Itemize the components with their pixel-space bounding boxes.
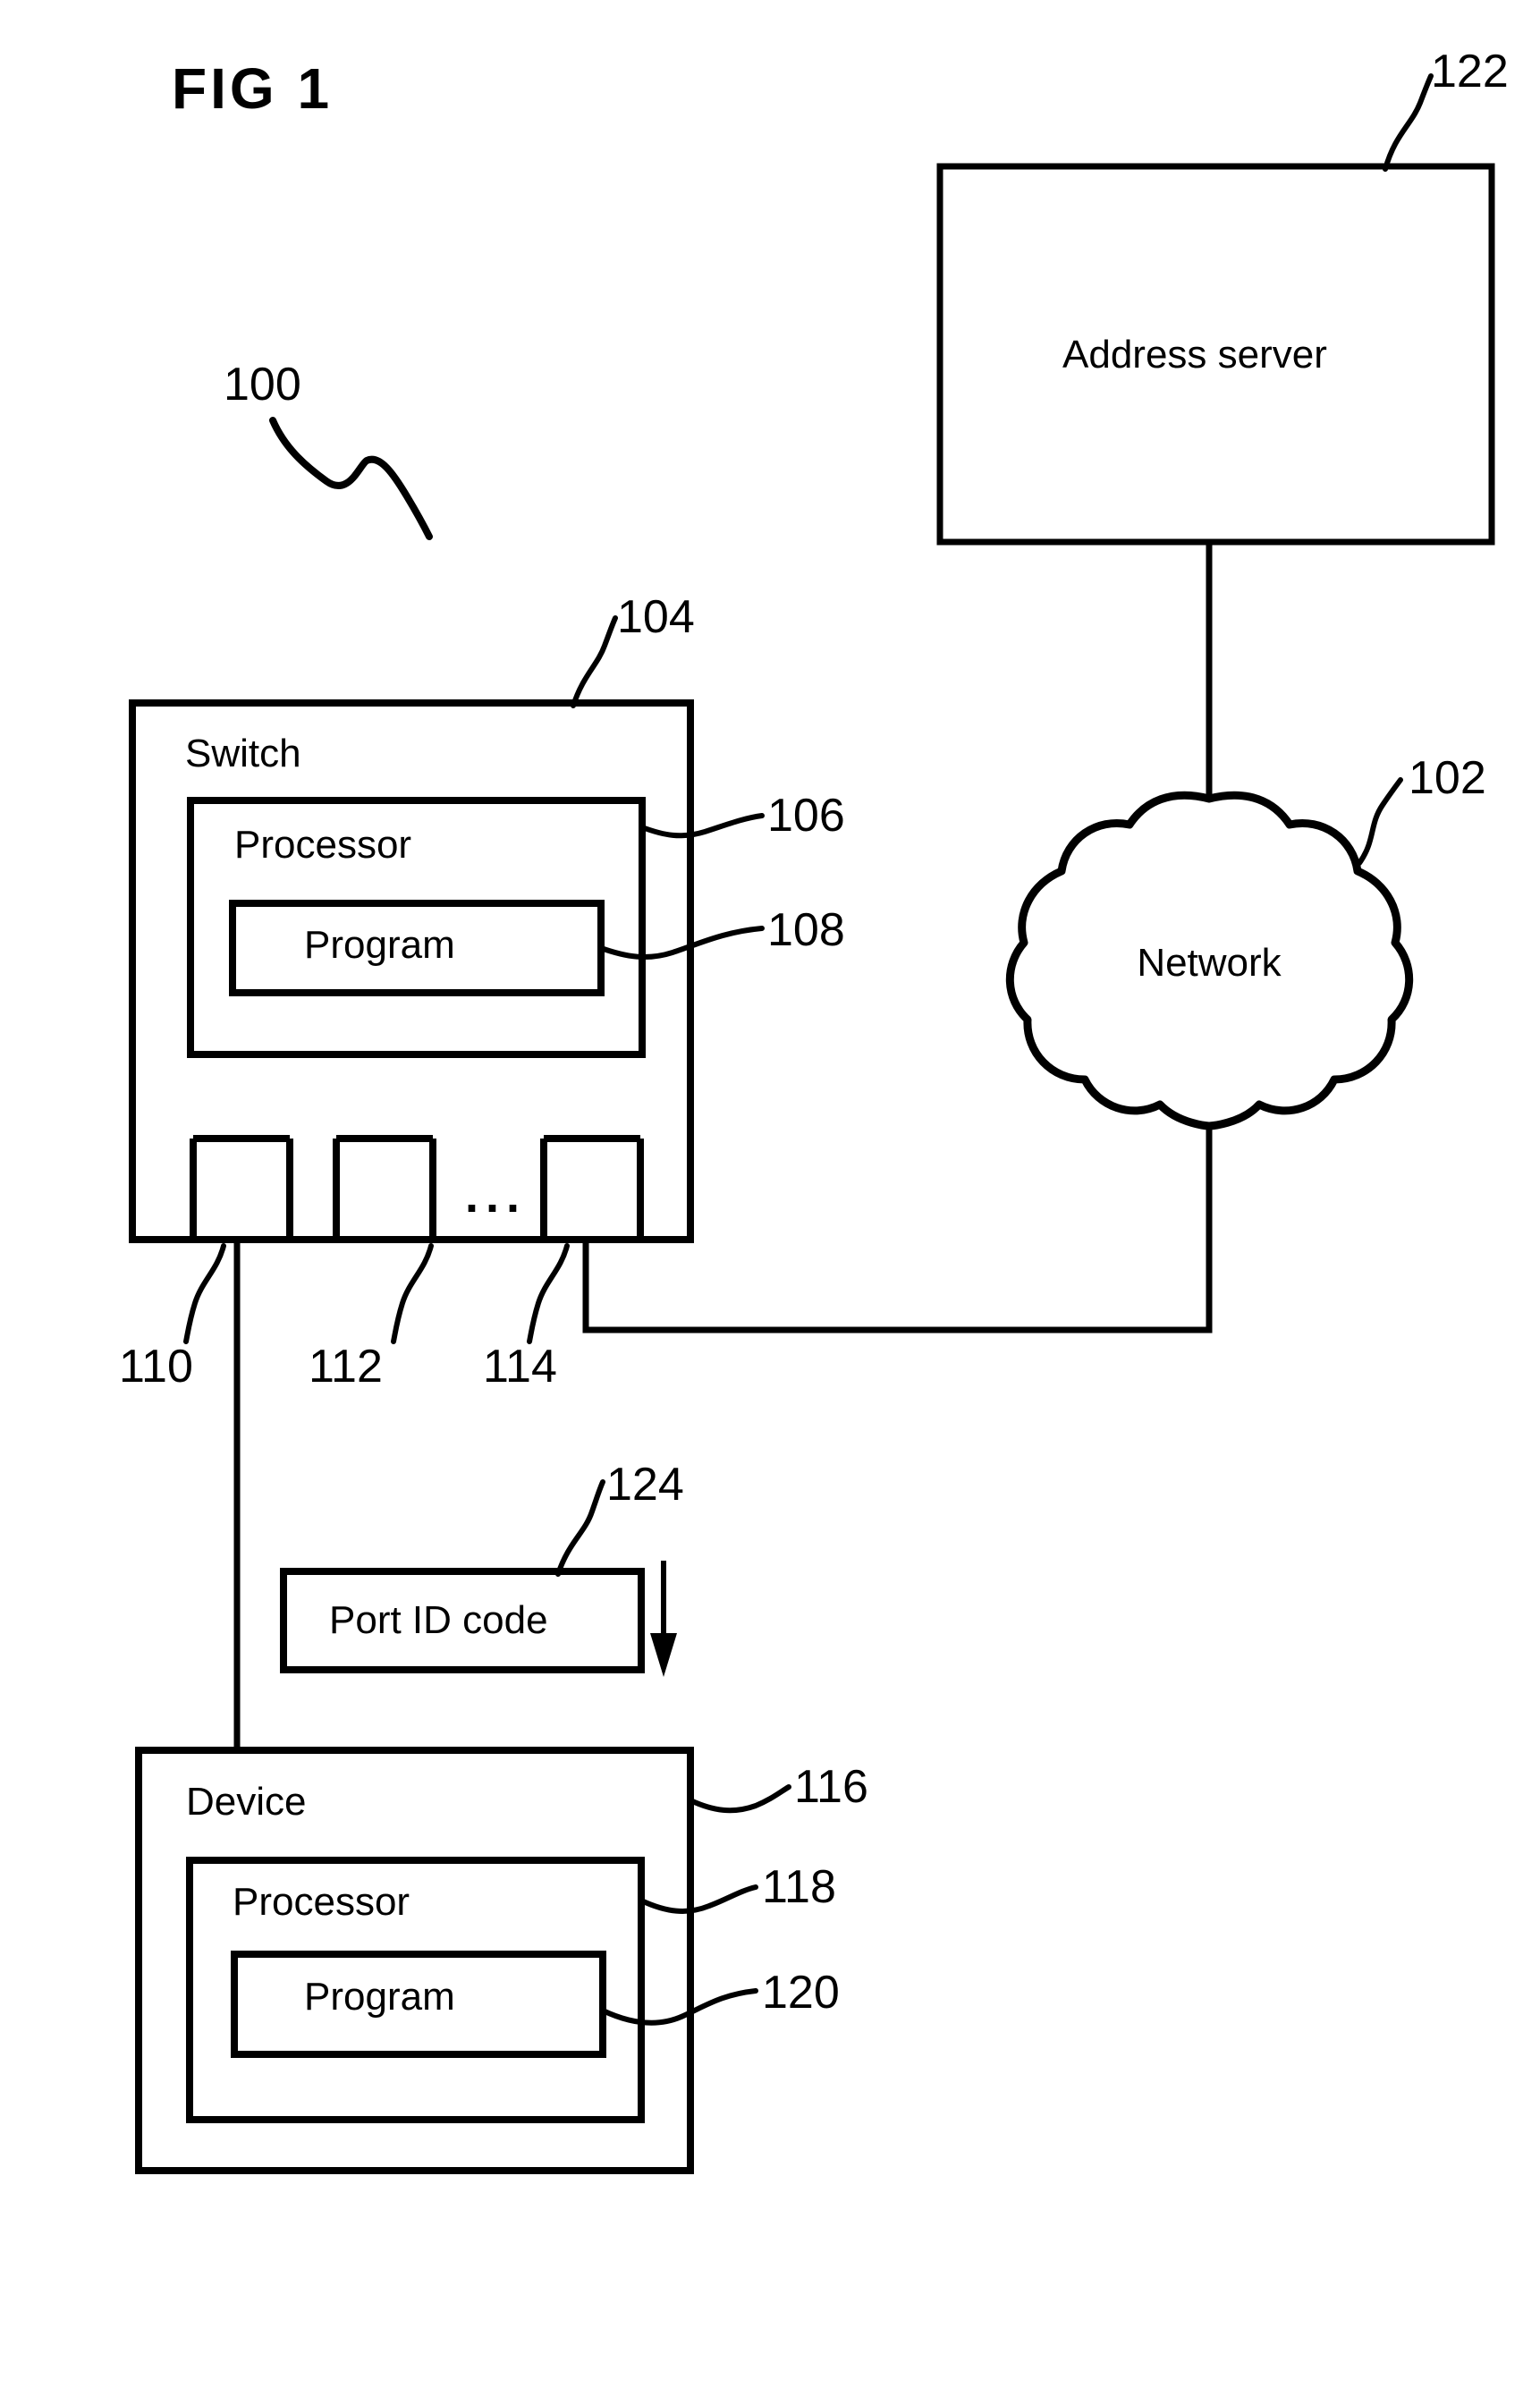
- leader-124: [555, 1479, 605, 1577]
- ref-number-108: 108: [767, 904, 845, 956]
- leader-106: [639, 813, 765, 839]
- switch-port-110-box: [190, 1135, 293, 1236]
- leader-118: [639, 1884, 758, 1914]
- device-program-label: Program: [304, 1975, 455, 2019]
- switch-port-114-box: [540, 1135, 644, 1236]
- ref-number-102: 102: [1409, 752, 1486, 804]
- ref-number-106: 106: [767, 790, 845, 842]
- switch-program-label: Program: [304, 923, 455, 967]
- patent-figure-page: FIG 1 100 Address server 122 Network 102…: [0, 0, 1540, 2396]
- device-processor-label: Processor: [233, 1880, 410, 1924]
- leader-104: [571, 615, 618, 708]
- leader-108: [598, 926, 765, 961]
- ref-number-116: 116: [794, 1761, 868, 1813]
- device-label: Device: [186, 1780, 307, 1824]
- switch-label: Switch: [185, 732, 301, 775]
- switch-processor-label: Processor: [234, 823, 412, 867]
- port-id-code-down-arrow: [650, 1561, 677, 1677]
- leader-122: [1383, 73, 1434, 172]
- ref-number-104: 104: [617, 591, 695, 643]
- leader-116: [688, 1784, 791, 1814]
- link-port114-network: [582, 1126, 1213, 1333]
- ref-number-118: 118: [762, 1861, 836, 1913]
- ref-number-110: 110: [119, 1341, 193, 1393]
- ref-number-124: 124: [606, 1459, 684, 1511]
- leader-112: [391, 1243, 434, 1344]
- leader-120: [600, 1988, 758, 2026]
- leader-114: [527, 1243, 570, 1344]
- switch-port-112-box: [333, 1135, 436, 1236]
- ref-number-112: 112: [309, 1341, 383, 1393]
- ref-number-100: 100: [224, 359, 301, 411]
- leader-100: [269, 417, 433, 540]
- figure-title: FIG 1: [172, 56, 334, 121]
- port-id-code-label: Port ID code: [329, 1598, 548, 1642]
- switch-box: [129, 699, 694, 1243]
- leader-102: [1357, 777, 1403, 866]
- leader-110: [183, 1243, 226, 1344]
- ref-number-120: 120: [762, 1967, 840, 2019]
- ref-number-114: 114: [483, 1341, 557, 1393]
- network-label: Network: [1137, 941, 1282, 985]
- ref-number-122: 122: [1431, 46, 1509, 97]
- switch-ports-ellipsis: ...: [465, 1169, 528, 1223]
- address-server-label: Address server: [1062, 333, 1327, 377]
